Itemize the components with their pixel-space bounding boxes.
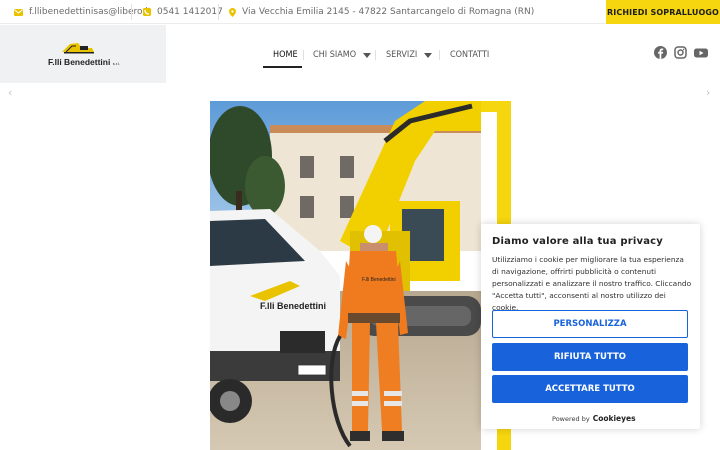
powered-by[interactable]: Powered by Cookieyes <box>552 414 636 423</box>
hero-photo: F.lli Benedettini F.lli Benedettini <box>210 101 481 450</box>
excavator-logo-icon <box>62 43 94 54</box>
phone-icon <box>143 8 151 16</box>
request-inspection-button[interactable]: RICHIEDI SOPRALLUOGO <box>606 0 720 24</box>
button-label: ACCETTARE TUTTO <box>545 384 635 394</box>
nav-item-contatti[interactable]: CONTATTI <box>450 45 489 65</box>
top-info-bar: f.llibenedettinisas@libero.it 0541 14120… <box>0 0 720 24</box>
button-label: RIFIUTA TUTTO <box>554 352 626 362</box>
logo-name: F.lli Benedettini <box>48 57 111 67</box>
cookie-consent-banner: Diamo valore alla tua privacy Utilizziam… <box>481 224 700 429</box>
phone-link[interactable]: 0541 1412017 <box>143 0 223 24</box>
accept-all-button[interactable]: ACCETTARE TUTTO <box>492 375 688 403</box>
instagram-icon[interactable] <box>674 46 687 59</box>
email-text: f.llibenedettinisas@libero.it <box>29 7 152 17</box>
chevron-down-icon <box>363 52 372 58</box>
nav-label: HOME <box>273 50 298 60</box>
logo-suffix: s.r.l. <box>112 61 121 66</box>
slider-prev-icon[interactable]: ‹ <box>8 86 12 99</box>
hero-illustration: F.lli Benedettini F.lli Benedettini <box>210 101 481 450</box>
logo-area[interactable] <box>0 25 166 83</box>
cookie-description: Utilizziamo i cookie per migliorare la t… <box>492 255 692 312</box>
cta-label: RICHIEDI SOPRALLUOGO <box>607 7 719 17</box>
cookieyes-logo: Cookieyes <box>592 414 636 423</box>
youtube-icon[interactable] <box>694 46 708 59</box>
nav-item-servizi[interactable]: SERVIZI <box>386 45 433 65</box>
nav-label: SERVIZI <box>386 50 418 60</box>
address-link[interactable]: Via Vecchia Emilia 2145 - 47822 Santarca… <box>229 0 534 24</box>
nav-divider <box>303 50 304 60</box>
facebook-icon[interactable] <box>654 46 667 59</box>
divider <box>131 4 132 20</box>
map-pin-icon <box>229 7 236 17</box>
slider-next-icon[interactable]: › <box>706 86 710 99</box>
active-nav-underline <box>263 66 302 68</box>
envelope-icon <box>14 8 23 16</box>
shirt-text: F.lli Benedettini <box>362 277 396 283</box>
nav-label: CHI SIAMO <box>313 50 357 60</box>
chevron-down-icon <box>424 52 433 58</box>
customize-cookies-button[interactable]: PERSONALIZZA <box>492 310 688 338</box>
nav-divider <box>375 50 376 60</box>
address-text: Via Vecchia Emilia 2145 - 47822 Santarca… <box>242 7 535 17</box>
divider <box>218 4 219 20</box>
van-brand-text: F.lli Benedettini <box>260 301 326 311</box>
phone-text: 0541 1412017 <box>157 7 223 17</box>
powered-by-label: Powered by <box>552 414 590 423</box>
button-label: PERSONALIZZA <box>553 319 627 329</box>
logo-wordmark: F.lli Benedettini s.r.l. <box>48 57 120 67</box>
nav-item-home[interactable]: HOME <box>273 45 298 65</box>
reject-all-button[interactable]: RIFIUTA TUTTO <box>492 343 688 371</box>
nav-divider <box>439 50 440 60</box>
nav-item-chi-siamo[interactable]: CHI SIAMO <box>313 45 372 65</box>
nav-label: CONTATTI <box>450 50 490 60</box>
cookie-title: Diamo valore alla tua privacy <box>492 236 664 247</box>
